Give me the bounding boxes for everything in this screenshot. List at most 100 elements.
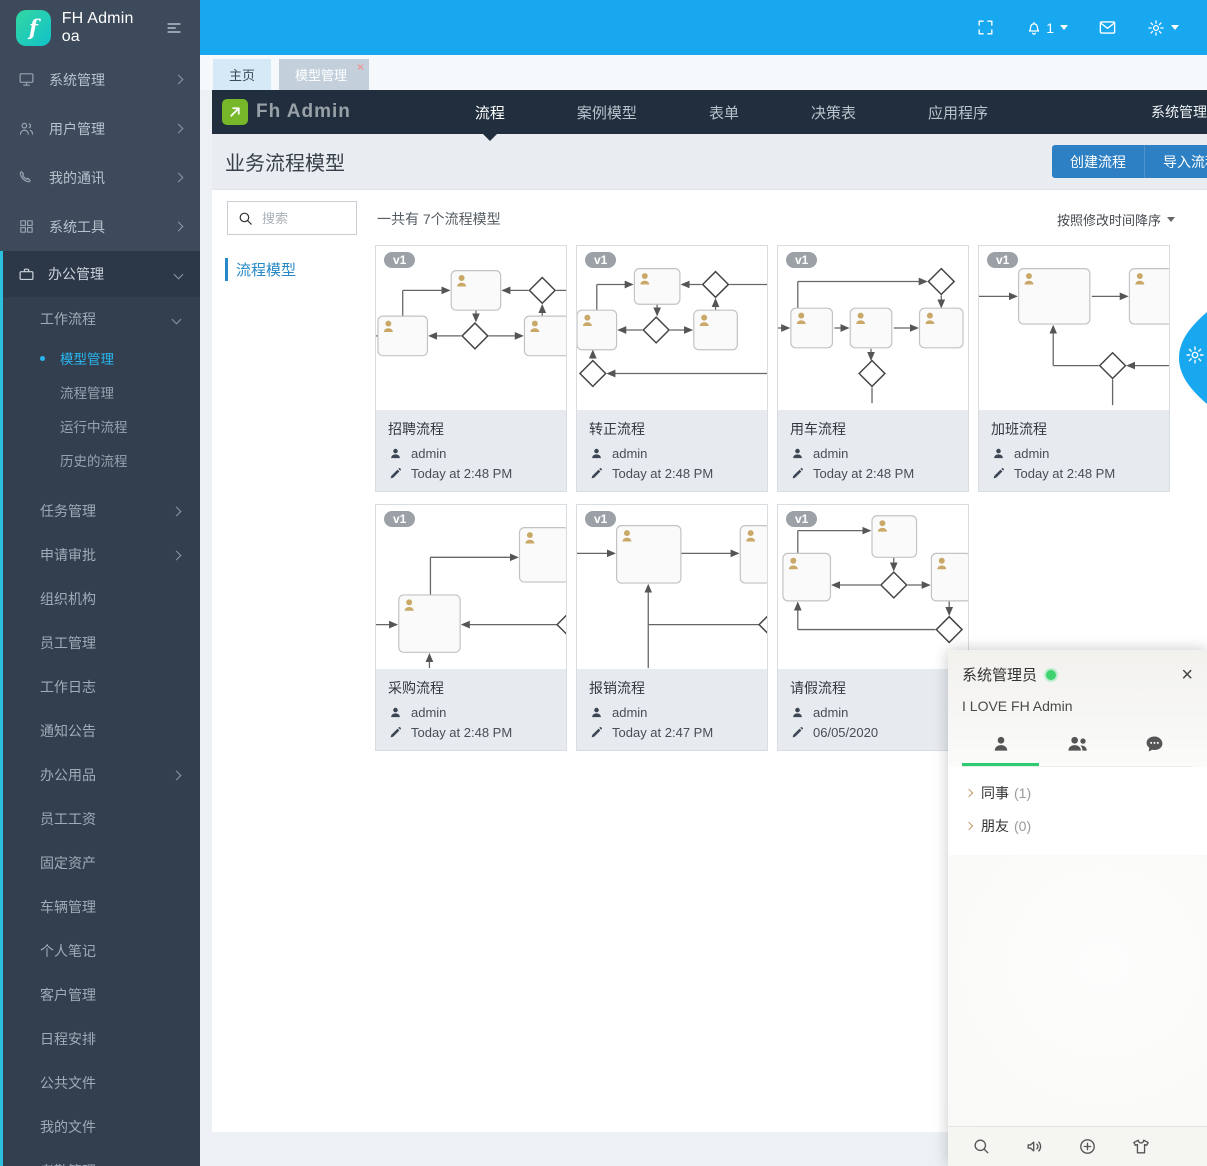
model-name: 招聘流程	[388, 421, 444, 437]
theme-icon[interactable]	[1131, 1137, 1151, 1156]
sidebar-item[interactable]: 我的通讯	[0, 153, 200, 202]
mail-button[interactable]	[1098, 18, 1117, 37]
app-nav-bar: Fh Admin 流程案例模型表单决策表应用程序 系统管理员	[212, 90, 1207, 134]
sidebar-item[interactable]: 系统工具	[0, 202, 200, 251]
pencil-icon	[790, 467, 804, 480]
page-tab-strip: 主页 模型管理 ×	[200, 55, 1207, 90]
tab-contacts[interactable]	[962, 724, 1039, 766]
sidebar-item[interactable]: 客户管理	[3, 973, 200, 1017]
sound-icon[interactable]	[1025, 1137, 1044, 1156]
tab-model-management[interactable]: 模型管理 ×	[279, 59, 370, 90]
person-icon	[991, 734, 1011, 754]
people-icon	[1066, 734, 1090, 754]
chevron-down-icon	[173, 269, 184, 279]
sidebar-item-label: 组织机构	[40, 591, 96, 607]
sidebar-item[interactable]: 工作流程	[3, 297, 200, 341]
sort-dropdown[interactable]: 按照修改时间降序	[1057, 210, 1175, 229]
appnav-item[interactable]: 表单	[673, 90, 775, 134]
sidebar-item[interactable]: 运行中流程	[3, 409, 200, 443]
sidebar-item[interactable]: 历史的流程	[3, 443, 200, 477]
sidebar-item[interactable]: 组织机构	[3, 577, 200, 621]
brand-name: Fh Admin	[256, 101, 351, 122]
notifications-button[interactable]: 1	[1025, 19, 1068, 37]
sidebar-item-office[interactable]: 办公管理	[3, 251, 200, 297]
contact-group[interactable]: 朋友 (0)	[964, 816, 1189, 836]
sidebar-item[interactable]: 模型管理	[3, 341, 200, 375]
tab-conversations[interactable]	[1116, 724, 1193, 766]
add-contact-icon[interactable]	[1078, 1137, 1097, 1156]
pencil-icon	[388, 726, 402, 739]
person-icon	[589, 706, 603, 719]
version-badge: v1	[786, 252, 818, 268]
sidebar-item[interactable]: 系统管理	[0, 55, 200, 104]
sidebar-item[interactable]: 任务管理	[3, 489, 200, 533]
group-count: (0)	[1014, 818, 1032, 834]
search-input[interactable]	[262, 210, 356, 226]
sidebar-item[interactable]: 公共文件	[3, 1061, 200, 1105]
sidebar-item[interactable]: 用户管理	[0, 104, 200, 153]
model-card[interactable]: v1 加班流程 admin Today at 2:48 PM	[978, 245, 1170, 492]
sidebar-item-label: 办公管理	[48, 266, 104, 282]
tab-home[interactable]: 主页	[213, 59, 272, 90]
model-name: 用车流程	[790, 421, 846, 437]
model-card[interactable]: v1 采购流程 admin Today at 2:48 PM	[375, 504, 567, 751]
sidebar-item[interactable]: 员工管理	[3, 621, 200, 665]
top-bar: 1	[200, 0, 1207, 55]
sidebar-item[interactable]: 办公用品	[3, 753, 200, 797]
collapse-menu-icon[interactable]	[164, 20, 184, 36]
sidebar-item[interactable]: 通知公告	[3, 709, 200, 753]
nav-user-menu[interactable]: 系统管理员	[1151, 102, 1207, 122]
version-badge: v1	[585, 252, 617, 268]
sidebar-item[interactable]: 申请审批	[3, 533, 200, 577]
pencil-icon	[589, 726, 603, 739]
sidebar-item[interactable]: 固定资产	[3, 841, 200, 885]
sidebar-active-section: 办公管理 工作流程 模型管理流程管理运行中流程历史的流程任务管理申请审批组织机构员…	[0, 251, 200, 1166]
model-card-footer: 用车流程 admin Today at 2:48 PM	[778, 410, 968, 491]
create-process-button[interactable]: 创建流程	[1052, 145, 1145, 178]
sidebar-item[interactable]: 流程管理	[3, 375, 200, 409]
appnav-item[interactable]: 决策表	[775, 90, 892, 134]
model-thumbnail: v1	[577, 246, 767, 410]
sidebar-item-label: 员工管理	[40, 635, 96, 651]
close-icon[interactable]: ×	[357, 60, 364, 74]
contact-group[interactable]: 同事 (1)	[964, 783, 1189, 803]
chevron-right-icon	[173, 221, 184, 232]
chevron-right-icon	[173, 74, 184, 85]
tab-groups[interactable]	[1039, 724, 1116, 766]
sidebar-item-label: 历史的流程	[60, 454, 128, 469]
sidebar-item[interactable]: 个人笔记	[3, 929, 200, 973]
pencil-icon	[790, 726, 804, 739]
appnav-item[interactable]: 应用程序	[892, 90, 1024, 134]
search-contacts-icon[interactable]	[972, 1137, 991, 1156]
model-card[interactable]: v1 报销流程 admin Today at 2:47 PM	[576, 504, 768, 751]
sidebar-item[interactable]: 车辆管理	[3, 885, 200, 929]
pencil-icon	[589, 467, 603, 480]
chevron-down-icon	[1171, 25, 1179, 30]
sidebar-item-process-models[interactable]: 流程模型	[225, 258, 296, 281]
appnav-item[interactable]: 流程	[439, 90, 541, 134]
model-card[interactable]: v1 招聘流程 admin Today at 2:48 PM	[375, 245, 567, 492]
sidebar-item-label: 用户管理	[49, 120, 105, 137]
model-card[interactable]: v1 请假流程 admin 06/05/2020	[777, 504, 969, 751]
sidebar: f FH Admin oa 系统管理 用户管理 我的通讯 系统工具 办公管理 工作流程…	[0, 0, 200, 1166]
import-process-button[interactable]: 导入流程	[1145, 145, 1207, 178]
version-badge: v1	[987, 252, 1019, 268]
sidebar-item[interactable]: 我的文件	[3, 1105, 200, 1149]
settings-button[interactable]	[1147, 19, 1179, 37]
sidebar-item-label: 申请审批	[40, 547, 96, 563]
sidebar-item[interactable]: 员工工资	[3, 797, 200, 841]
appnav-item[interactable]: 案例模型	[541, 90, 673, 134]
sidebar-item[interactable]: 日程安排	[3, 1017, 200, 1061]
contact-group-list: 同事 (1) 朋友 (0)	[948, 767, 1207, 855]
model-card-footer: 转正流程 admin Today at 2:48 PM	[577, 410, 767, 491]
fullscreen-icon[interactable]	[976, 18, 995, 37]
model-card[interactable]: v1 转正流程 admin Today at 2:48 PM	[576, 245, 768, 492]
chevron-right-icon	[173, 123, 184, 134]
sidebar-item-label: 流程管理	[60, 386, 114, 401]
close-icon[interactable]: ×	[1181, 665, 1193, 685]
grid-icon	[18, 218, 36, 235]
sidebar-item[interactable]: 工作日志	[3, 665, 200, 709]
sidebar-item[interactable]: 考勤管理	[3, 1149, 200, 1166]
floating-settings-button[interactable]	[1173, 312, 1207, 404]
model-card[interactable]: v1 用车流程 admin Today at 2:48 PM	[777, 245, 969, 492]
